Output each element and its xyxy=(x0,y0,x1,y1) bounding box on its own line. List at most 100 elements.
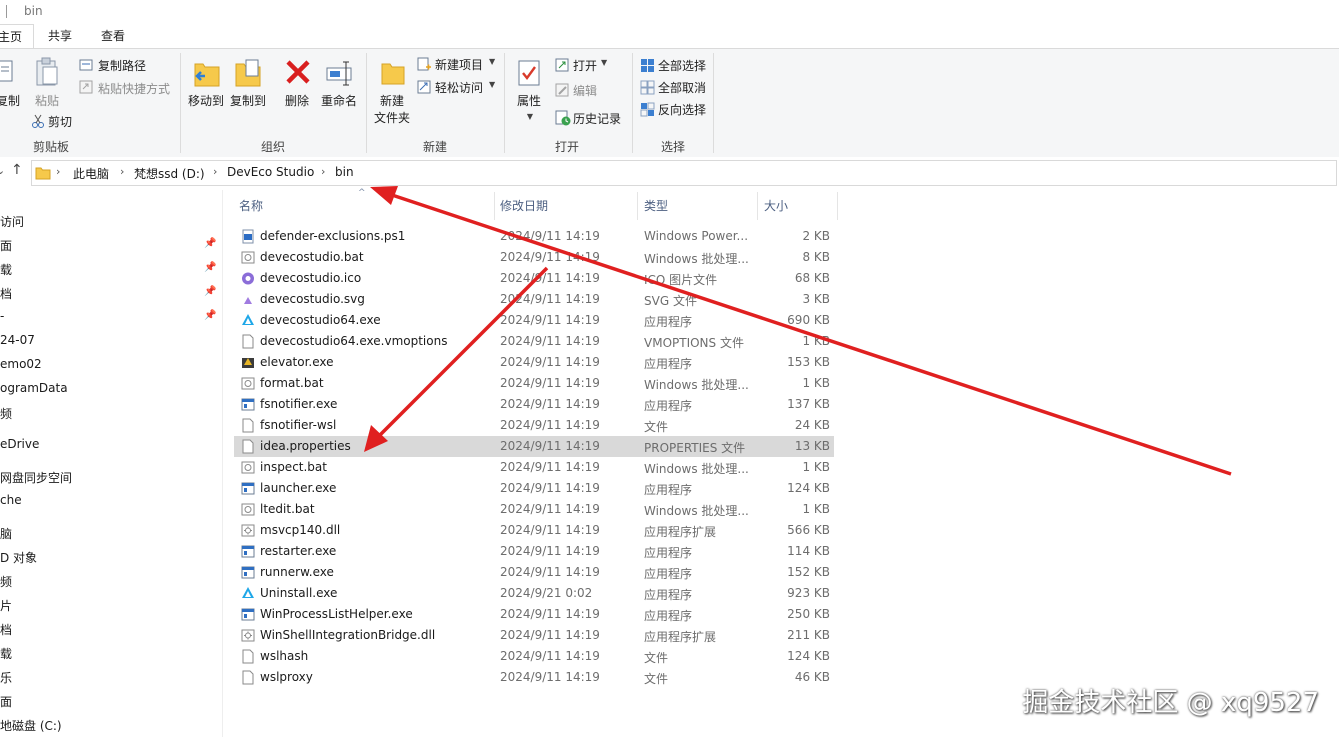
file-name: WinShellIntegrationBridge.dll xyxy=(260,628,436,642)
column-header-date[interactable]: 修改日期 xyxy=(500,192,548,220)
nav-item-desktop[interactable]: 面 xyxy=(0,237,12,254)
exe-icon xyxy=(241,608,255,621)
file-type: 应用程序扩展 xyxy=(644,525,717,539)
file-row[interactable]: ltedit.bat 2024/9/11 14:19 Windows 批处理... 1… xyxy=(234,499,834,520)
file-row[interactable]: restarter.exe 2024/9/11 14:19 应用程序 114 KB xyxy=(234,541,834,562)
copy-path-button[interactable]: 复制路径 xyxy=(98,57,146,74)
breadcrumb-separator-icon[interactable]: › xyxy=(321,165,325,178)
nav-item-desktop-pc[interactable]: 面 xyxy=(0,693,12,710)
file-row[interactable]: msvcp140.dll 2024/9/11 14:19 应用程序扩展 566 KB xyxy=(234,520,834,541)
file-row[interactable]: wslproxy 2024/9/11 14:19 文件 46 KB xyxy=(234,667,834,688)
nav-item-pictures-pc[interactable]: 片 xyxy=(0,597,12,614)
address-bar[interactable]: › 此电脑 › 梵想ssd (D:) › DevEco Studio › bin xyxy=(31,160,1337,186)
nav-item-documents-pc[interactable]: 档 xyxy=(0,621,12,638)
nav-item-documents[interactable]: 档 xyxy=(0,285,12,302)
select-none-button[interactable]: 全部取消 xyxy=(658,79,706,96)
nav-item-pictures[interactable]: - xyxy=(0,309,4,323)
pin-icon[interactable]: 📌 xyxy=(204,262,216,273)
easy-access-button[interactable]: 轻松访问 xyxy=(435,79,483,96)
column-divider[interactable] xyxy=(637,192,638,220)
file-row[interactable]: format.bat 2024/9/11 14:19 Windows 批处理... 1… xyxy=(234,373,834,394)
easy-access-dropdown-icon[interactable]: ▼ xyxy=(489,80,495,89)
edit-button[interactable]: 编辑 xyxy=(573,82,597,99)
file-row[interactable]: wslhash 2024/9/11 14:19 文件 124 KB xyxy=(234,646,834,667)
file-row[interactable]: devecostudio.bat 2024/9/11 14:19 Windows 批… xyxy=(234,247,834,268)
file-row[interactable]: WinProcessListHelper.exe 2024/9/11 14:19 应… xyxy=(234,604,834,625)
file-row[interactable]: fsnotifier-wsl 2024/9/11 14:19 文件 24 KB xyxy=(234,415,834,436)
file-row[interactable]: defender-exclusions.ps1 2024/9/11 14:19 Wi… xyxy=(234,226,834,247)
column-header-size[interactable]: 大小 xyxy=(764,192,788,220)
properties-dropdown-icon[interactable]: ▼ xyxy=(524,109,536,124)
file-row[interactable]: elevator.exe 2024/9/11 14:19 应用程序 153 KB xyxy=(234,352,834,373)
pin-icon[interactable]: 📌 xyxy=(204,286,216,297)
copy-to-button[interactable]: 复制到 xyxy=(228,94,268,109)
nav-item-cache[interactable]: che xyxy=(0,493,22,507)
pin-icon[interactable]: 📌 xyxy=(204,238,216,249)
properties-button[interactable]: 属性 xyxy=(514,94,544,109)
file-row[interactable]: devecostudio.ico 2024/9/11 14:19 ICO 图片文件 6… xyxy=(234,268,834,289)
file-size: 1 KB xyxy=(802,502,830,516)
file-row[interactable]: launcher.exe 2024/9/11 14:19 应用程序 124 KB xyxy=(234,478,834,499)
file-date: 2024/9/11 14:19 xyxy=(500,250,600,264)
file-row[interactable]: devecostudio64.exe.vmoptions 2024/9/11 14… xyxy=(234,331,834,352)
history-button[interactable]: 历史记录 xyxy=(573,110,621,127)
tab-home[interactable]: 主页 xyxy=(0,24,34,50)
breadcrumb-separator-icon[interactable]: › xyxy=(213,165,217,178)
nav-item-programdata[interactable]: ogramData xyxy=(0,381,68,395)
nav-item-quick-access[interactable]: 访问 xyxy=(0,213,24,230)
open-button[interactable]: 打开 xyxy=(573,57,597,74)
nav-item-onedrive[interactable]: eDrive xyxy=(0,437,39,451)
nav-item-folder-2024-07[interactable]: 24-07 xyxy=(0,333,35,347)
up-arrow-icon[interactable]: ↑ xyxy=(11,162,23,178)
breadcrumb-deveco-studio[interactable]: DevEco Studio xyxy=(227,165,314,179)
nav-item-downloads-pc[interactable]: 载 xyxy=(0,645,12,662)
file-row[interactable]: Uninstall.exe 2024/9/21 0:02 应用程序 923 KB xyxy=(234,583,834,604)
move-to-button[interactable]: 移动到 xyxy=(185,94,227,109)
copy-button[interactable]: 复制 xyxy=(0,94,20,109)
recent-locations-icon[interactable]: ⌄ xyxy=(0,164,5,177)
nav-item-local-disk-c[interactable]: 地磁盘 (C:) xyxy=(0,717,62,734)
nav-item-3d-objects[interactable]: D 对象 xyxy=(0,549,37,566)
column-divider[interactable] xyxy=(837,192,838,220)
new-item-button[interactable]: 新建项目 xyxy=(435,56,483,73)
file-row[interactable]: WinShellIntegrationBridge.dll 2024/9/11 1… xyxy=(234,625,834,646)
file-row[interactable]: devecostudio64.exe 2024/9/11 14:19 应用程序 690… xyxy=(234,310,834,331)
new-item-dropdown-icon[interactable]: ▼ xyxy=(489,57,495,66)
column-header-type[interactable]: 类型 xyxy=(644,192,668,220)
nav-item-demo02[interactable]: emo02 xyxy=(0,357,42,371)
breadcrumb-separator-icon[interactable]: › xyxy=(56,165,60,178)
file-type: 应用程序 xyxy=(644,357,693,371)
paste-shortcut-button[interactable]: 粘贴快捷方式 xyxy=(98,80,170,97)
new-folder-button[interactable]: 新建 文件夹 xyxy=(373,94,411,126)
move-to-icon xyxy=(194,63,220,87)
cut-button[interactable]: 剪切 xyxy=(48,113,72,130)
file-row[interactable]: devecostudio.svg 2024/9/11 14:19 SVG 文件 3 K… xyxy=(234,289,834,310)
invert-selection-button[interactable]: 反向选择 xyxy=(658,101,706,118)
breadcrumb-bin[interactable]: bin xyxy=(335,165,354,179)
tab-share[interactable]: 共享 xyxy=(42,24,78,48)
pin-icon[interactable]: 📌 xyxy=(204,310,216,321)
column-divider[interactable] xyxy=(494,192,495,220)
breadcrumb-separator-icon[interactable]: › xyxy=(120,165,124,178)
tab-view[interactable]: 查看 xyxy=(95,24,131,48)
nav-item-videos-pc[interactable]: 频 xyxy=(0,573,12,590)
paste-button[interactable]: 粘贴 xyxy=(30,94,64,109)
file-row[interactable]: fsnotifier.exe 2024/9/11 14:19 应用程序 137 KB xyxy=(234,394,834,415)
column-divider[interactable] xyxy=(757,192,758,220)
file-size: 3 KB xyxy=(802,292,830,306)
file-row[interactable]: inspect.bat 2024/9/11 14:19 Windows 批处理...… xyxy=(234,457,834,478)
select-all-button[interactable]: 全部选择 xyxy=(658,57,706,74)
rename-button[interactable]: 重命名 xyxy=(319,94,359,109)
nav-item-netdisk-sync[interactable]: 网盘同步空间 xyxy=(0,469,72,486)
breadcrumb-drive-d[interactable]: 梵想ssd (D:) xyxy=(134,165,205,182)
file-row[interactable]: runnerw.exe 2024/9/11 14:19 应用程序 152 KB xyxy=(234,562,834,583)
delete-button[interactable]: 删除 xyxy=(283,94,311,109)
nav-item-this-pc[interactable]: 脑 xyxy=(0,525,12,542)
open-dropdown-icon[interactable]: ▼ xyxy=(601,58,607,67)
nav-item-music[interactable]: 乐 xyxy=(0,669,12,686)
nav-item-downloads[interactable]: 载 xyxy=(0,261,12,278)
breadcrumb-this-pc[interactable]: 此电脑 xyxy=(73,165,109,182)
nav-item-videos[interactable]: 频 xyxy=(0,405,12,422)
column-header-name[interactable]: 名称 xyxy=(239,192,263,220)
file-row[interactable]: idea.properties 2024/9/11 14:19 PROPERTIES… xyxy=(234,436,834,457)
